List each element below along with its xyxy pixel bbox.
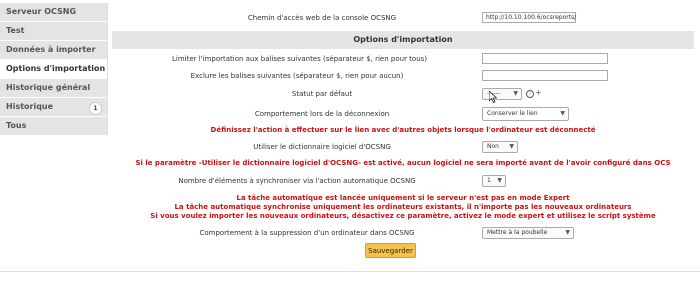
disconnect-label: Comportement lors de la déconnexion <box>254 110 390 118</box>
sidebar-item-label: Options d'importation <box>6 64 106 73</box>
sidebar-item-label: Historique général <box>6 83 91 92</box>
sidebar-item-tous[interactable]: Tous <box>0 117 107 135</box>
disconnect-value: Conserver le lien <box>487 110 538 117</box>
deletion-value: Mettre à la poubelle <box>487 229 548 236</box>
soft-dict-select[interactable]: Non ▼ <box>482 141 518 153</box>
deletion-label: Comportement à la suppression d'un ordin… <box>199 229 415 237</box>
save-button[interactable]: Sauvegarder <box>365 243 416 258</box>
auto-task-warning-3: Si vous voulez importer les nouveaux ord… <box>150 212 656 220</box>
default-status-select[interactable]: ------ ▼ <box>482 88 522 100</box>
plus-icon[interactable]: + <box>535 89 542 97</box>
limit-tags-label: Limiter l'importation aux balises suivan… <box>172 55 428 63</box>
sidebar-item-donnees-a-importer[interactable]: Données à importer <box>0 41 107 59</box>
divider <box>0 271 700 272</box>
chevron-down-icon: ▼ <box>560 110 565 117</box>
sidebar-item-historique-general[interactable]: Historique général <box>0 79 107 97</box>
sidebar-item-label: Serveur OCSNG <box>6 7 77 16</box>
limit-tags-field[interactable] <box>482 53 608 64</box>
soft-dict-warning: Si le paramètre -Utiliser le dictionnair… <box>135 159 671 167</box>
info-icon[interactable]: i <box>526 90 534 98</box>
chevron-down-icon: ▼ <box>509 143 514 150</box>
sync-count-value: 1 <box>487 177 491 184</box>
disconnect-select[interactable]: Conserver le lien ▼ <box>482 107 569 121</box>
sidebar-item-label: Test <box>6 26 25 35</box>
auto-task-warning-2: La tâche automatique synchronise uniquem… <box>174 203 632 211</box>
sidebar-item-historique[interactable]: Historique 1 <box>0 98 107 116</box>
mouse-pointer-icon <box>489 91 497 103</box>
chevron-down-icon: ▼ <box>513 90 518 97</box>
sidebar-item-serveur-ocsng[interactable]: Serveur OCSNG <box>0 3 107 21</box>
soft-dict-label: Utiliser le dictionnaire logiciel d'OCSN… <box>253 143 391 151</box>
deletion-select[interactable]: Mettre à la poubelle ▼ <box>482 227 574 239</box>
auto-task-warning-1: La tâche automatique est lancée uniqueme… <box>236 194 570 202</box>
sidebar-item-label: Données à importer <box>6 45 96 54</box>
sync-count-label: Nombre d'éléments à synchroniser via l'a… <box>178 177 416 185</box>
sidebar-item-test[interactable]: Test <box>0 22 107 40</box>
sidebar: Serveur OCSNG Test Données à importer Op… <box>0 3 108 136</box>
section-title: Options d'importation <box>112 31 694 49</box>
soft-dict-value: Non <box>487 143 499 150</box>
exclude-tags-label: Exclure les balises suivantes (séparateu… <box>190 72 404 80</box>
chevron-down-icon: ▼ <box>497 177 502 184</box>
sidebar-item-label: Tous <box>6 121 27 130</box>
web-console-field[interactable]: http://10.10.100.6/ocsreports/ <box>482 12 576 23</box>
sidebar-item-label: Historique <box>6 102 54 111</box>
chevron-down-icon: ▼ <box>565 229 570 236</box>
count-badge: 1 <box>89 102 102 115</box>
web-console-label: Chemin d'accès web de la console OCSNG <box>247 14 397 22</box>
sidebar-item-options-importation[interactable]: Options d'importation <box>0 60 107 78</box>
main-form: Chemin d'accès web de la console OCSNG h… <box>112 0 694 281</box>
exclude-tags-field[interactable] <box>482 70 608 81</box>
sync-count-select[interactable]: 1 ▼ <box>482 175 506 187</box>
default-status-label: Statut par défaut <box>291 90 353 98</box>
disconnect-warning: Définissez l'action à effectuer sur le l… <box>210 126 596 134</box>
